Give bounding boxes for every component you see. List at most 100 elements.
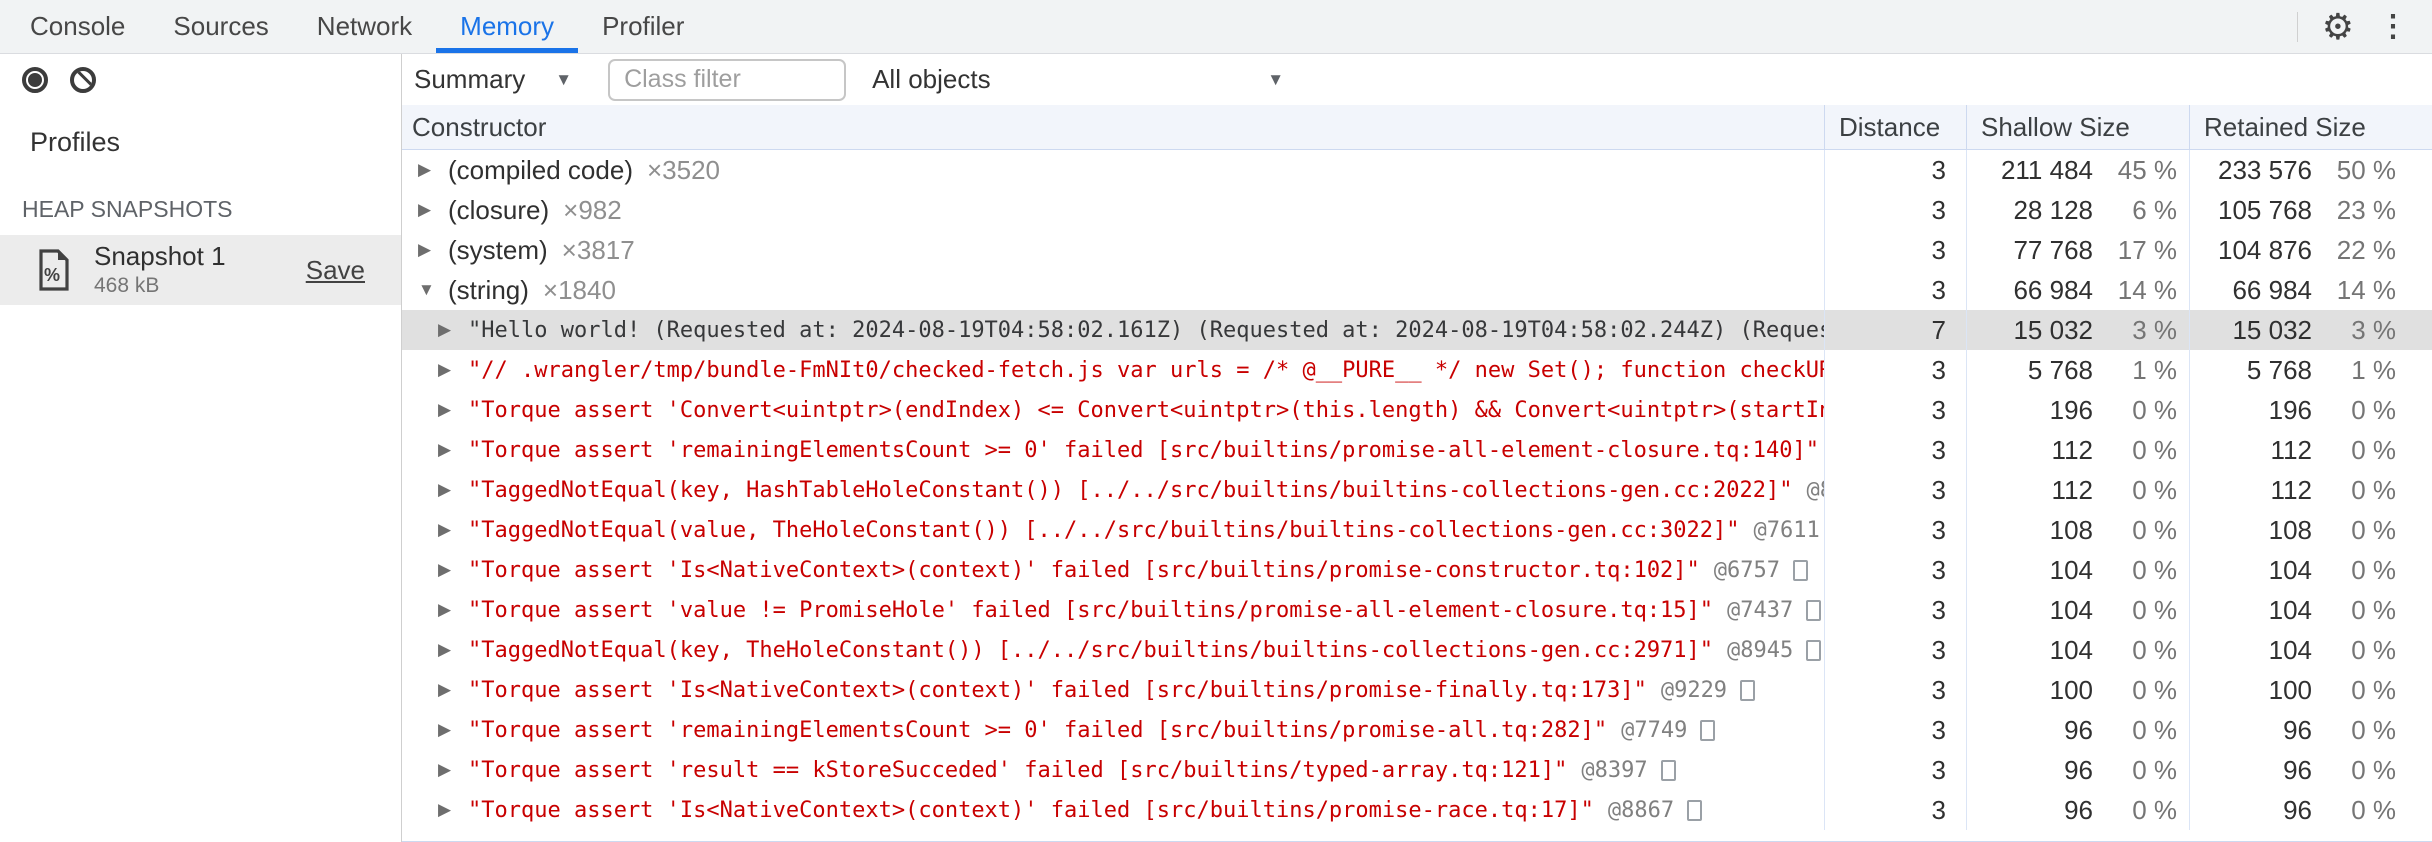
table-row[interactable]: ▶ (closure) ×982 3 28 128 6 % 105 768 23…	[402, 190, 2432, 230]
constructor-cell: ▶ "Torque assert 'remainingElementsCount…	[402, 430, 1825, 470]
retained-size-cell: 104 876 22 %	[2218, 234, 2396, 265]
twisty-icon[interactable]: ▶	[418, 200, 448, 220]
constructor-cell: ▶ "Hello world! (Requested at: 2024-08-1…	[402, 310, 1825, 350]
column-header-retained-size[interactable]: Retained Size	[2190, 105, 2432, 149]
tab-console[interactable]: Console	[6, 0, 149, 53]
profiles-title: Profiles	[30, 127, 121, 157]
table-row[interactable]: ▶ "Torque assert 'result == kStoreSucced…	[402, 750, 2432, 790]
save-link[interactable]: Save	[306, 255, 365, 286]
table-row[interactable]: ▶ "Torque assert 'Is<NativeContext>(cont…	[402, 550, 2432, 590]
distance-cell: 3	[1825, 350, 1967, 390]
constructor-name: "// .wrangler/tmp/bundle-FmNIt0/checked-…	[468, 357, 1825, 383]
table-row[interactable]: ▶ "// .wrangler/tmp/bundle-FmNIt0/checke…	[402, 350, 2432, 390]
perspective-select[interactable]: Summary ▼	[414, 64, 572, 95]
shallow-size-cell: 104 0 %	[1967, 550, 2190, 590]
table-row[interactable]: ▶ "Hello world! (Requested at: 2024-08-1…	[402, 310, 2432, 350]
twisty-icon[interactable]: ▶	[438, 480, 468, 500]
tab-network[interactable]: Network	[293, 0, 436, 53]
distance-cell: 3	[1825, 190, 1967, 230]
column-header-constructor[interactable]: Constructor	[402, 105, 1825, 149]
settings-gear-icon[interactable]: ⚙	[2322, 8, 2354, 45]
object-id: @8945	[1727, 637, 1794, 663]
constructor-cell: ▶ "TaggedNotEqual(key, TheHoleConstant()…	[402, 630, 1825, 670]
shallow-size-cell: 28 128 6 %	[1967, 190, 2190, 230]
distance-cell: 3	[1825, 150, 1967, 190]
twisty-icon[interactable]: ▶	[438, 600, 468, 620]
tab-profiler[interactable]: Profiler	[578, 0, 708, 53]
twisty-icon[interactable]: ▶	[438, 560, 468, 580]
retained-size-cell: 5 768 1 %	[2246, 354, 2396, 385]
twisty-icon[interactable]: ▶	[438, 800, 468, 820]
tab-memory[interactable]: Memory	[436, 0, 578, 53]
constructor-name: "TaggedNotEqual(value, TheHoleConstant()…	[468, 517, 1740, 543]
class-filter-input[interactable]	[608, 58, 847, 101]
table-row[interactable]: ▶ "Torque assert 'Is<NativeContext>(cont…	[402, 670, 2432, 710]
tab-strip: Console Sources Network Memory Profiler	[6, 0, 708, 53]
constructor-name: (closure)	[448, 194, 550, 225]
retained-size-cell: 96 0 %	[2283, 754, 2396, 785]
twisty-icon[interactable]: ▶	[438, 360, 468, 380]
clear-profiles-icon[interactable]	[70, 66, 96, 93]
devtools-tab-bar: Console Sources Network Memory Profiler ⚙ ⋮	[0, 0, 2432, 54]
snapshot-item[interactable]: % Snapshot 1 468 kB Save	[0, 235, 401, 305]
twisty-icon[interactable]: ▶	[438, 720, 468, 740]
table-row[interactable]: ▶ "Torque assert 'remainingElementsCount…	[402, 430, 2432, 470]
table-row[interactable]: ▶ (system) ×3817 3 77 768 17 % 104 876 2…	[402, 230, 2432, 270]
instance-count: ×982	[563, 194, 622, 225]
twisty-icon[interactable]: ▶	[438, 440, 468, 460]
twisty-icon[interactable]: ▼	[418, 280, 448, 300]
table-row[interactable]: ▼ (string) ×1840 3 66 984 14 % 66 984 14…	[402, 270, 2432, 310]
constructor-cell: ▶ "TaggedNotEqual(value, TheHoleConstant…	[402, 510, 1825, 550]
distance-cell: 3	[1825, 470, 1967, 510]
shallow-size-cell: 96 0 %	[1967, 710, 2190, 750]
retained-size-cell: 108 0 %	[2268, 514, 2396, 545]
twisty-icon[interactable]: ▶	[438, 400, 468, 420]
retained-size-cell: 96 0 %	[2283, 794, 2396, 825]
record-heap-snapshot-icon[interactable]	[22, 66, 48, 93]
column-header-shallow-size[interactable]: Shallow Size	[1967, 105, 2190, 149]
grid-header: Constructor Distance Shallow Size Retain…	[402, 105, 2432, 150]
shallow-size-cell: 5 768 1 %	[1967, 350, 2190, 390]
constructor-name: "Hello world! (Requested at: 2024-08-19T…	[468, 317, 1825, 343]
distance-cell: 3	[1825, 750, 1967, 790]
object-scope-select-value: All objects	[872, 64, 991, 94]
table-row[interactable]: ▶ "TaggedNotEqual(value, TheHoleConstant…	[402, 510, 2432, 550]
twisty-icon[interactable]: ▶	[418, 240, 448, 260]
constructor-cell: ▶ "Torque assert 'Is<NativeContext>(cont…	[402, 670, 1825, 710]
shallow-size-cell: 104 0 %	[1967, 630, 2190, 670]
overflow-menu-icon[interactable]: ⋮	[2378, 11, 2408, 42]
column-header-distance[interactable]: Distance	[1825, 105, 1967, 149]
twisty-icon[interactable]: ▶	[438, 760, 468, 780]
table-row[interactable]: ▶ (compiled code) ×3520 3 211 484 45 % 2…	[402, 150, 2432, 190]
distance-cell: 3	[1825, 510, 1967, 550]
twisty-icon[interactable]: ▶	[438, 320, 468, 340]
twisty-icon[interactable]: ▶	[418, 160, 448, 180]
table-row[interactable]: ▶ "Torque assert 'value != PromiseHole' …	[402, 590, 2432, 630]
table-row[interactable]: ▶ "Torque assert 'Convert<uintptr>(endIn…	[402, 390, 2432, 430]
divider	[2296, 11, 2298, 42]
table-row[interactable]: ▶ "Torque assert 'Is<NativeContext>(cont…	[402, 790, 2432, 830]
constructor-cell: ▶ "Torque assert 'remainingElementsCount…	[402, 710, 1825, 750]
table-row[interactable]: ▶ "TaggedNotEqual(key, TheHoleConstant()…	[402, 630, 2432, 670]
retained-size-cell: 112 0 %	[2270, 474, 2396, 505]
retained-size-cell: 100 0 %	[2268, 674, 2396, 705]
tab-sources[interactable]: Sources	[149, 0, 292, 53]
distance-cell: 3	[1825, 630, 1967, 670]
constructor-name: "TaggedNotEqual(key, TheHoleConstant()) …	[468, 637, 1714, 663]
distance-cell: 3	[1825, 550, 1967, 590]
twisty-icon[interactable]: ▶	[438, 520, 468, 540]
retained-size-cell: 66 984 14 %	[2232, 274, 2396, 305]
object-id: @8	[1806, 477, 1824, 503]
svg-text:%: %	[44, 265, 60, 285]
memory-toolbar: Summary ▼ All objects ▼	[0, 54, 2432, 105]
object-scope-select[interactable]: All objects ▼	[872, 64, 1284, 95]
twisty-icon[interactable]: ▶	[438, 640, 468, 660]
shallow-size-cell: 112 0 %	[1967, 430, 2190, 470]
toolbar-left	[0, 54, 402, 105]
table-row[interactable]: ▶ "TaggedNotEqual(key, HashTableHoleCons…	[402, 470, 2432, 510]
twisty-icon[interactable]: ▶	[438, 680, 468, 700]
constructor-name: "Torque assert 'Is<NativeContext>(contex…	[468, 677, 1647, 703]
constructor-cell: ▶ (compiled code) ×3520	[402, 150, 1825, 190]
table-row[interactable]: ▶ "Torque assert 'remainingElementsCount…	[402, 710, 2432, 750]
constructor-cell: ▶ "Torque assert 'result == kStoreSucced…	[402, 750, 1825, 790]
